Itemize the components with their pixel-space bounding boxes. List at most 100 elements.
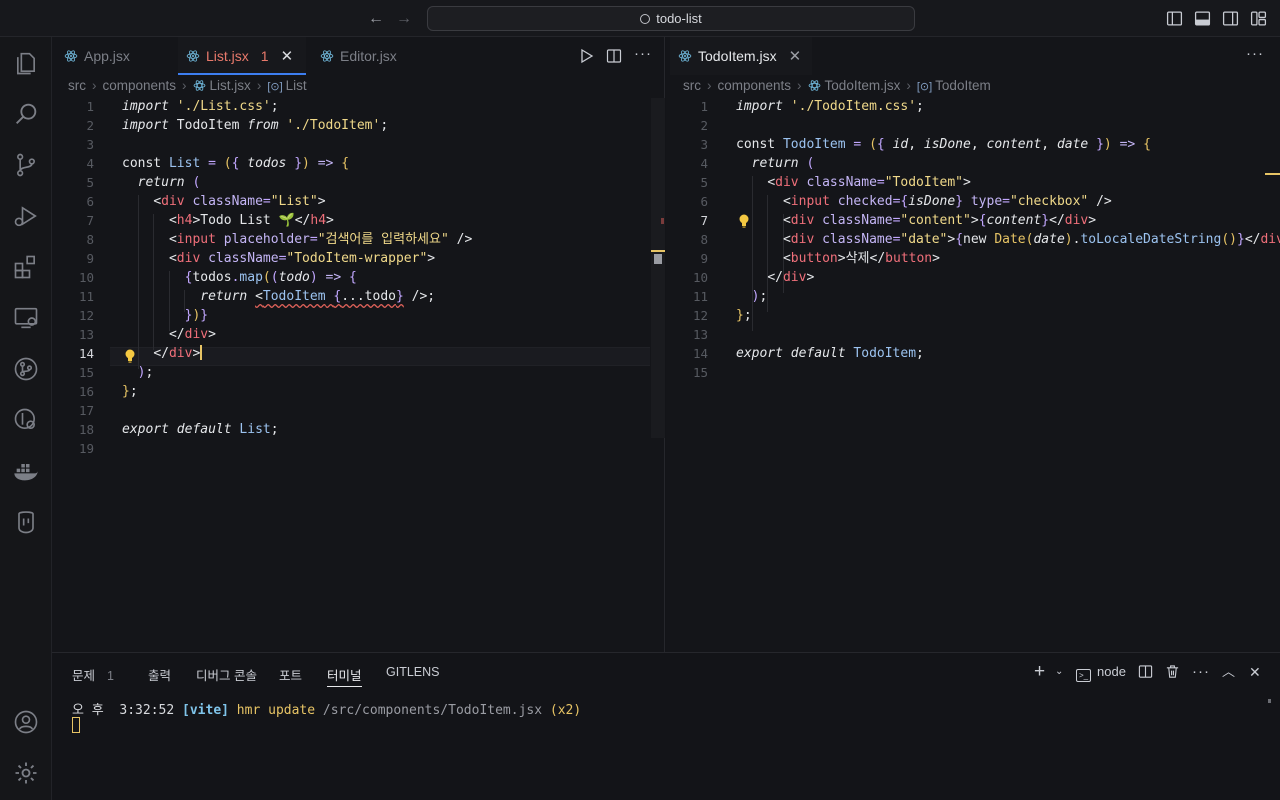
panel-tab-terminal[interactable]: 터미널 — [327, 665, 362, 687]
line-number[interactable]: 13 — [54, 327, 94, 342]
gitlens-icon[interactable] — [12, 406, 40, 434]
line-number[interactable]: 4 — [668, 156, 708, 171]
panel-tab-debug-console[interactable]: 디버그 콘솔 — [196, 665, 257, 684]
terminal-output[interactable]: 오 후 3:32:52 [vite] hmr update /src/compo… — [72, 699, 581, 718]
more-actions-icon[interactable]: ··· — [1192, 663, 1210, 681]
line-number[interactable]: 13 — [668, 327, 708, 342]
line-number[interactable]: 17 — [54, 403, 94, 418]
tab-editor-jsx[interactable]: Editor.jsx — [312, 37, 432, 75]
breadcrumb-item[interactable]: TodoItem — [935, 78, 991, 93]
terminal-scrollbar[interactable] — [1268, 699, 1271, 703]
tab-app-jsx[interactable]: App.jsx — [56, 37, 176, 75]
line-number[interactable]: 10 — [54, 270, 94, 285]
breadcrumb-item[interactable]: components — [103, 78, 177, 93]
line-number[interactable]: 4 — [54, 156, 94, 171]
line-number[interactable]: 1 — [668, 99, 708, 114]
minimap-slider[interactable] — [654, 254, 662, 264]
docker-icon[interactable] — [12, 457, 40, 485]
search-icon[interactable] — [12, 100, 40, 128]
tab-todoitem-jsx[interactable]: TodoItem.jsx ✕ — [670, 37, 812, 75]
terminal-path: /src/components/TodoItem.jsx — [322, 703, 543, 718]
breadcrumb-item[interactable]: src — [683, 78, 701, 93]
account-icon[interactable] — [12, 708, 40, 736]
line-number[interactable]: 5 — [668, 175, 708, 190]
line-number[interactable]: 11 — [54, 289, 94, 304]
line-number[interactable]: 12 — [54, 308, 94, 323]
line-number[interactable]: 7 — [668, 213, 708, 228]
line-number[interactable]: 8 — [54, 232, 94, 247]
lightbulb-icon[interactable] — [738, 214, 750, 228]
breadcrumb-item[interactable]: List — [286, 78, 307, 93]
trash-icon[interactable] — [1165, 664, 1180, 679]
react-icon — [186, 50, 200, 62]
line-number[interactable]: 2 — [54, 118, 94, 133]
split-terminal-icon[interactable] — [1138, 664, 1153, 679]
line-number[interactable]: 3 — [54, 137, 94, 152]
maximize-panel-chevron-up-icon[interactable]: ︿ — [1222, 663, 1235, 681]
problems-count-badge: 1 — [107, 669, 114, 683]
panel-tab-problems[interactable]: 문제 1 — [72, 665, 114, 684]
toggle-primary-sidebar-icon[interactable] — [1166, 10, 1183, 27]
more-actions-icon[interactable]: ··· — [634, 45, 652, 62]
minimap[interactable] — [651, 98, 665, 438]
line-number[interactable]: 16 — [54, 384, 94, 399]
code-line-7: <h4>Todo List 🌱</h4> — [168, 213, 334, 228]
line-number[interactable]: 19 — [54, 441, 94, 456]
customize-layout-icon[interactable] — [1250, 10, 1267, 27]
more-actions-icon[interactable]: ··· — [1246, 45, 1264, 62]
lightbulb-icon[interactable] — [124, 349, 136, 363]
error-marker — [661, 218, 664, 224]
line-number[interactable]: 3 — [668, 137, 708, 152]
line-number[interactable]: 18 — [54, 422, 94, 437]
code-line-4: return ( — [751, 156, 815, 171]
line-number[interactable]: 6 — [54, 194, 94, 209]
toggle-secondary-sidebar-icon[interactable] — [1222, 10, 1239, 27]
toggle-panel-icon[interactable] — [1194, 10, 1211, 27]
code-editor-right[interactable]: 1 2 3 4 5 6 7 8 9 10 11 12 13 14 15 import './TodoItem… — [666, 97, 1280, 427]
line-number[interactable]: 14 — [668, 346, 708, 361]
explorer-icon[interactable] — [12, 49, 40, 77]
breadcrumb: src › components › List.jsx › [⊙] List — [68, 78, 307, 96]
new-terminal-plus-icon[interactable]: + — [1034, 662, 1045, 681]
terminal-selector[interactable]: >_ node — [1076, 663, 1126, 682]
line-number[interactable]: 7 — [54, 213, 94, 228]
run-icon[interactable] — [578, 48, 594, 64]
line-number[interactable]: 9 — [54, 251, 94, 266]
line-number[interactable]: 8 — [668, 232, 708, 247]
line-number[interactable]: 11 — [668, 289, 708, 304]
line-number[interactable]: 10 — [668, 270, 708, 285]
line-number[interactable]: 14 — [54, 346, 94, 361]
line-number[interactable]: 5 — [54, 175, 94, 190]
panel-tab-gitlens[interactable]: GITLENS — [386, 665, 440, 679]
command-center-search[interactable]: todo-list — [427, 6, 915, 31]
chevron-down-icon[interactable]: ⌄ — [1055, 663, 1063, 681]
close-icon[interactable]: ✕ — [281, 48, 294, 65]
close-icon[interactable]: ✕ — [789, 48, 802, 65]
database-icon[interactable] — [12, 508, 40, 536]
split-editor-icon[interactable] — [606, 48, 622, 64]
panel-tab-output[interactable]: 출력 — [148, 665, 171, 684]
line-number[interactable]: 15 — [668, 365, 708, 380]
line-number[interactable]: 2 — [668, 118, 708, 133]
line-number[interactable]: 12 — [668, 308, 708, 323]
breadcrumb-item[interactable]: components — [718, 78, 792, 93]
line-number[interactable]: 1 — [54, 99, 94, 114]
terminal-timestamp: 오 후 3:32:52 — [72, 703, 183, 718]
line-number[interactable]: 9 — [668, 251, 708, 266]
git-graph-icon[interactable] — [12, 355, 40, 383]
extensions-icon[interactable] — [12, 253, 40, 281]
line-number[interactable]: 15 — [54, 365, 94, 380]
breadcrumb-item[interactable]: List.jsx — [210, 78, 251, 93]
close-panel-icon[interactable]: ✕ — [1249, 663, 1261, 681]
back-arrow-icon[interactable]: ← — [366, 9, 386, 29]
remote-explorer-icon[interactable] — [12, 304, 40, 332]
tab-list-jsx[interactable]: List.jsx 1 ✕ — [178, 37, 306, 75]
line-number[interactable]: 6 — [668, 194, 708, 209]
forward-arrow-icon[interactable]: → — [394, 9, 414, 29]
breadcrumb-item[interactable]: src — [68, 78, 86, 93]
settings-gear-icon[interactable] — [12, 759, 40, 787]
panel-tab-ports[interactable]: 포트 — [279, 665, 302, 684]
run-debug-icon[interactable] — [12, 202, 40, 230]
breadcrumb-item[interactable]: TodoItem.jsx — [825, 78, 901, 93]
source-control-icon[interactable] — [12, 151, 40, 179]
